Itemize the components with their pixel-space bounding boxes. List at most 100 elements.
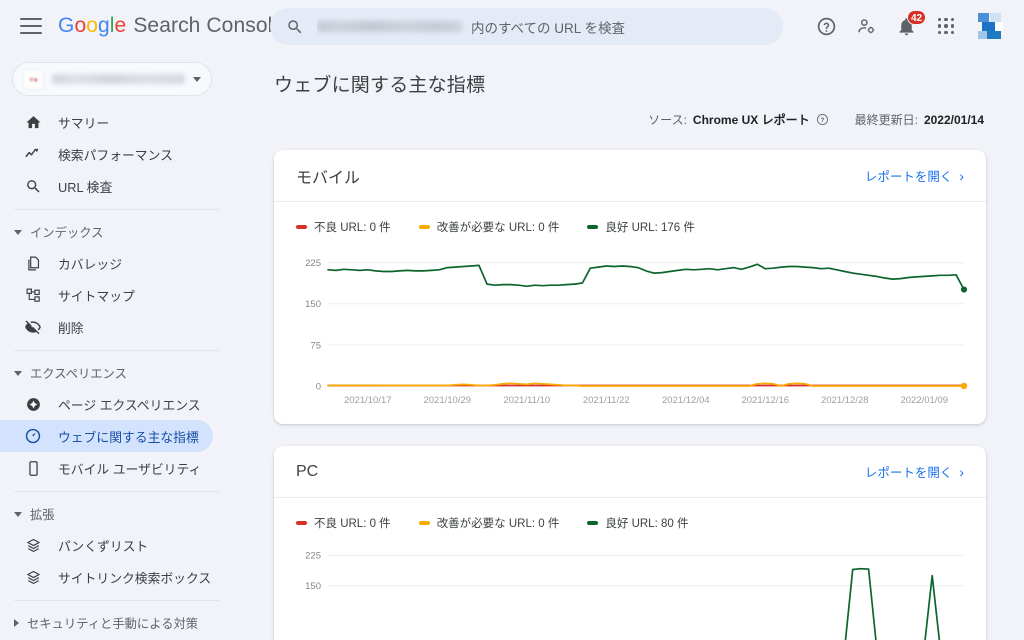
sidebar-group-label: インデックス — [30, 226, 104, 240]
sidebar-item-label: モバイル ユーザビリティ — [58, 461, 202, 477]
top-bar-icons: 42 — [806, 0, 1012, 52]
pc-legend: 不良 URL: 0 件 改善が必要な URL: 0 件 良好 URL: 80 件 — [274, 498, 986, 531]
chevron-right-icon: › — [959, 167, 964, 184]
legend-swatch-poor — [296, 521, 307, 525]
legend-label-poor: 不良 URL: 0 件 — [314, 222, 391, 234]
svg-text:225: 225 — [305, 258, 321, 269]
source-value: Chrome UX レポート — [692, 113, 810, 127]
sidebar-item-sitemaps[interactable]: サイトマップ — [0, 279, 213, 311]
last-updated-label: 最終更新日: — [854, 113, 918, 127]
legend-item-good: 良好 URL: 176 件 — [587, 219, 695, 235]
brand-logo: Google Search Console — [58, 14, 284, 38]
user-avatar[interactable] — [976, 10, 1008, 42]
page-experience-icon — [24, 395, 42, 413]
main-content: ウェブに関する主な指標 ソース: Chrome UX レポート 最終更新日: 2… — [236, 52, 1024, 640]
svg-text:75: 75 — [310, 340, 321, 351]
sidebar-group-index[interactable]: インデックス — [0, 217, 236, 247]
legend-item-poor: 不良 URL: 0 件 — [296, 515, 391, 531]
account-settings-icon[interactable] — [846, 6, 886, 46]
trending-up-icon — [24, 145, 42, 163]
legend-item-poor: 不良 URL: 0 件 — [296, 219, 391, 235]
mobile-card-header: モバイル レポートを開く › — [274, 150, 986, 202]
sidebar-item-search-performance[interactable]: 検索パフォーマンス — [0, 138, 213, 170]
svg-text:2021/10/17: 2021/10/17 — [344, 395, 392, 406]
sidebar-item-url-inspection[interactable]: URL 検査 — [0, 170, 213, 202]
mobile-chart: 0 75 150 225 2021/10/17 2021/10/29 2021/11/10 2… — [274, 235, 986, 424]
legend-label-needs-improvement: 改善が必要な URL: 0 件 — [436, 222, 560, 234]
help-icon[interactable] — [806, 6, 846, 46]
sidebar-group-label: セキュリティと手動による対策 — [27, 617, 199, 631]
search-placeholder-row: 内のすべての URL を検査 — [317, 17, 625, 37]
pc-card-header: PC レポートを開く › — [274, 446, 986, 498]
sidebar-item-label: 検索パフォーマンス — [58, 147, 173, 163]
pc-chart-svg: 150 225 — [305, 551, 964, 640]
svg-text:150: 150 — [305, 581, 321, 592]
sidebar-item-label: サイトマップ — [58, 288, 135, 304]
sidebar-group-label: エクスペリエンス — [30, 367, 127, 381]
sidebar-item-removals[interactable]: 削除 — [0, 311, 213, 343]
sidebar-divider — [14, 491, 220, 492]
blurred-domain — [317, 21, 462, 32]
chevron-right-icon — [14, 619, 19, 627]
product-name: Search Console — [133, 14, 285, 37]
sidebar-item-label: ページ エクスペリエンス — [58, 397, 201, 413]
sidebar-divider — [14, 600, 220, 601]
pc-card: PC レポートを開く › 不良 URL: 0 件 改善が必要な URL: 0 件 — [274, 446, 986, 640]
legend-swatch-good — [587, 521, 599, 525]
svg-text:2021/12/16: 2021/12/16 — [741, 395, 789, 406]
logo-letter-g2: g — [98, 14, 110, 37]
notification-badge: 42 — [907, 10, 927, 25]
help-circle-icon[interactable] — [816, 113, 829, 126]
sidebar-item-mobile-usability[interactable]: モバイル ユーザビリティ — [0, 452, 213, 484]
blurred-property-name — [52, 74, 185, 84]
sidebar-divider — [14, 350, 220, 351]
sidebar-item-label: カバレッジ — [58, 256, 122, 272]
sidebar-item-core-web-vitals[interactable]: ウェブに関する主な指標 — [0, 420, 213, 452]
last-updated-value: 2022/01/14 — [923, 112, 984, 127]
logo-letter-o2: o — [86, 14, 98, 37]
eye-off-icon — [24, 318, 42, 336]
legend-swatch-needs-improvement — [418, 225, 430, 229]
hamburger-menu-icon[interactable] — [20, 18, 42, 34]
layers-icon — [24, 568, 42, 586]
sidebar: サマリー 検索パフォーマンス URL 検査 インデックス カバレッジ サイトマッ… — [0, 52, 236, 640]
sidebar-group-enhancements[interactable]: 拡張 — [0, 499, 236, 529]
sidebar-item-label: パンくずリスト — [58, 538, 149, 554]
sidebar-item-page-experience[interactable]: ページ エクスペリエンス — [0, 388, 213, 420]
url-inspection-search-box[interactable]: 内のすべての URL を検査 — [270, 8, 783, 45]
sidebar-group-label: 拡張 — [30, 508, 55, 522]
svg-text:2022/01/09: 2022/01/09 — [900, 395, 948, 406]
sidebar-item-coverage[interactable]: カバレッジ — [0, 247, 213, 279]
svg-text:2021/11/22: 2021/11/22 — [583, 395, 630, 406]
chevron-down-icon — [14, 370, 22, 376]
sidebar-group-experience[interactable]: エクスペリエンス — [0, 358, 236, 388]
mobile-card-title: モバイル — [296, 169, 361, 187]
chevron-down-icon — [14, 229, 22, 235]
chevron-down-icon — [193, 76, 201, 82]
sidebar-item-label: サマリー — [58, 115, 110, 131]
top-bar: Google Search Console 内のすべての URL を検査 42 — [0, 0, 1024, 52]
search-console-app: Google Search Console 内のすべての URL を検査 42 … — [0, 0, 1024, 640]
property-selector[interactable] — [12, 62, 212, 96]
open-report-label: レポートを開く — [864, 170, 953, 184]
sidebar-item-summary[interactable]: サマリー — [0, 106, 213, 138]
legend-item-needs-improvement: 改善が必要な URL: 0 件 — [418, 515, 559, 531]
pc-chart: 150 225 — [274, 531, 986, 640]
sidebar-item-sitelinks-searchbox[interactable]: サイトリンク検索ボックス — [0, 561, 213, 593]
pc-open-report-link[interactable]: レポートを開く › — [865, 462, 964, 481]
mobile-open-report-link[interactable]: レポートを開く › — [865, 166, 964, 185]
apps-grid-icon[interactable] — [926, 6, 966, 46]
sidebar-divider — [14, 209, 220, 210]
pc-card-title: PC — [296, 462, 319, 480]
logo-letter-o1: o — [74, 14, 87, 37]
open-report-label: レポートを開く — [864, 466, 953, 480]
pages-icon — [24, 254, 42, 272]
chevron-right-icon: › — [959, 463, 964, 480]
mobile-legend: 不良 URL: 0 件 改善が必要な URL: 0 件 良好 URL: 176 … — [274, 202, 986, 235]
sidebar-item-breadcrumbs[interactable]: パンくずリスト — [0, 529, 213, 561]
sidebar-group-security-manual-actions[interactable]: セキュリティと手動による対策 — [0, 608, 236, 638]
notifications-bell-icon[interactable]: 42 — [886, 6, 927, 46]
speedometer-icon — [24, 427, 42, 445]
svg-text:0: 0 — [316, 381, 321, 392]
svg-text:2021/11/10: 2021/11/10 — [503, 395, 550, 406]
